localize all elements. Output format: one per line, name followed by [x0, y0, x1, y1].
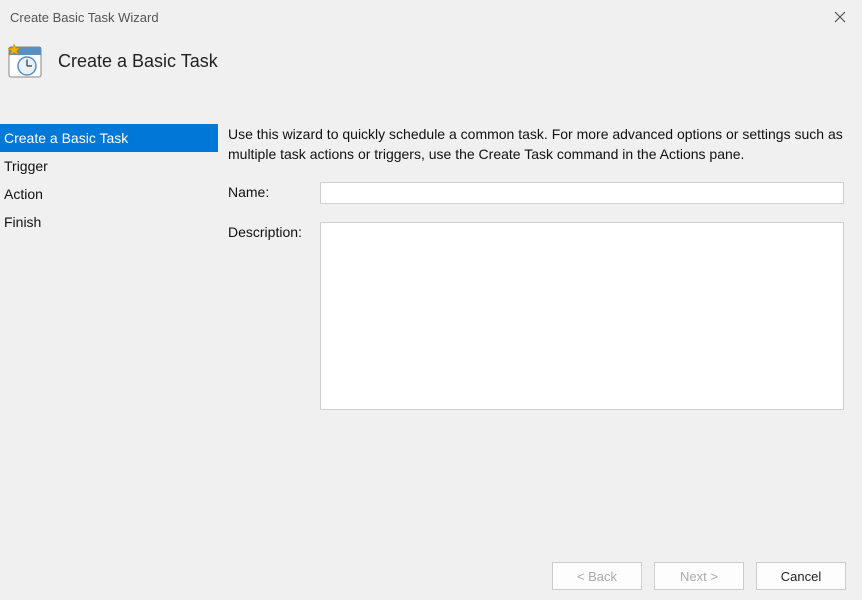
wizard-body: Create a Basic Task Trigger Action Finis…	[0, 124, 862, 546]
next-button[interactable]: Next >	[654, 562, 744, 590]
wizard-button-row: < Back Next > Cancel	[552, 562, 846, 590]
wizard-steps-sidebar: Create a Basic Task Trigger Action Finis…	[0, 124, 218, 546]
description-textarea[interactable]	[320, 222, 844, 410]
close-button[interactable]	[826, 3, 854, 31]
window-title: Create Basic Task Wizard	[10, 10, 159, 25]
wizard-title: Create a Basic Task	[58, 51, 218, 72]
intro-text: Use this wizard to quickly schedule a co…	[228, 124, 844, 164]
step-action[interactable]: Action	[0, 180, 218, 208]
description-row: Description:	[228, 222, 844, 410]
step-trigger[interactable]: Trigger	[0, 152, 218, 180]
name-row: Name:	[228, 182, 844, 204]
wizard-main: Use this wizard to quickly schedule a co…	[218, 124, 862, 546]
close-icon	[834, 11, 846, 23]
window-titlebar: Create Basic Task Wizard	[0, 0, 862, 34]
wizard-header: Create a Basic Task	[0, 34, 862, 90]
description-label: Description:	[228, 222, 320, 240]
name-input[interactable]	[320, 182, 844, 204]
step-finish[interactable]: Finish	[0, 208, 218, 236]
cancel-button[interactable]: Cancel	[756, 562, 846, 590]
name-label: Name:	[228, 182, 320, 200]
clock-task-icon	[8, 44, 42, 78]
back-button: < Back	[552, 562, 642, 590]
step-create-basic-task[interactable]: Create a Basic Task	[0, 124, 218, 152]
